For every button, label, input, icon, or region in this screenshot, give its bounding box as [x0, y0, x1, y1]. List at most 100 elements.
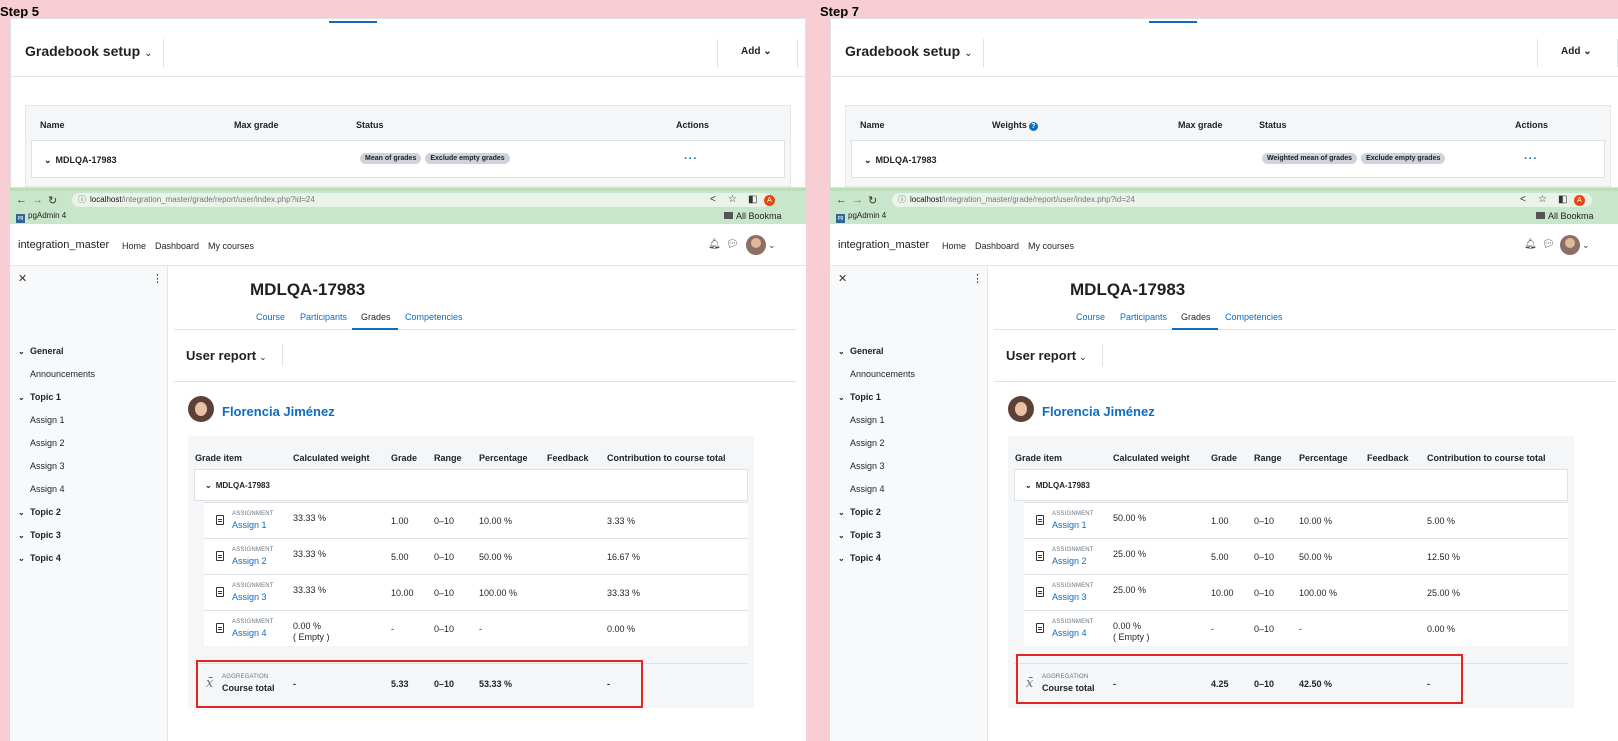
forward-icon[interactable]: → — [32, 194, 43, 206]
chevron-down-icon[interactable]: ⌄ — [1582, 240, 1590, 251]
report-selector[interactable]: User report ⌄ — [1006, 348, 1087, 363]
drawer-section[interactable]: ⌄ Topic 1 — [838, 392, 881, 402]
drawer-item[interactable]: Assign 4 — [30, 484, 65, 494]
percentage-value: - — [479, 624, 482, 634]
report-selector[interactable]: User report ⌄ — [186, 348, 267, 363]
info-icon[interactable]: ⓘ — [898, 194, 906, 205]
add-button[interactable]: Add ⌄ — [1561, 46, 1592, 57]
drawer-item[interactable]: Assign 4 — [850, 484, 885, 494]
nav-home[interactable]: Home — [122, 241, 146, 251]
reload-icon[interactable]: ↻ — [868, 194, 877, 207]
drawer-section[interactable]: ⌄ General — [838, 346, 884, 356]
share-icon[interactable]: < — [1520, 194, 1526, 205]
share-icon[interactable]: < — [710, 194, 716, 205]
category-row[interactable]: ⌄ MDLQA-17983 — [1014, 469, 1568, 501]
star-icon[interactable]: ☆ — [1538, 194, 1547, 205]
drawer-item[interactable]: Assign 2 — [30, 438, 65, 448]
drawer-section[interactable]: ⌄ Topic 3 — [18, 530, 61, 540]
all-bookmarks[interactable]: All Bookma — [724, 211, 782, 221]
messages-icon[interactable]: 💬︎ — [726, 239, 739, 250]
profile-avatar[interactable]: A — [764, 195, 775, 206]
site-name[interactable]: integration_master — [18, 239, 109, 251]
tab-course[interactable]: Course — [1076, 312, 1105, 322]
all-bookmarks[interactable]: All Bookma — [1536, 211, 1594, 221]
drawer-section[interactable]: ⌄ Topic 3 — [838, 530, 881, 540]
tab-participants[interactable]: Participants — [300, 312, 347, 322]
user-name-link[interactable]: Florencia Jiménez — [222, 404, 335, 419]
address-input[interactable]: ⓘ localhost/integration_master/grade/rep… — [72, 193, 772, 207]
tab-grades[interactable]: Grades — [1181, 312, 1211, 322]
profile-avatar[interactable]: A — [1574, 195, 1585, 206]
help-icon[interactable]: ? — [1028, 122, 1038, 131]
close-icon[interactable]: ✕ — [838, 272, 847, 285]
category-row[interactable]: ⌄ MDLQA-17983 — [194, 469, 748, 501]
grade-item-link[interactable]: Assign 3 — [1052, 592, 1087, 602]
drawer-item[interactable]: Assign 1 — [30, 415, 65, 425]
drawer-item[interactable]: Announcements — [30, 369, 95, 379]
category-toggle[interactable]: ⌄ MDLQA-17983 — [44, 155, 117, 166]
messages-icon[interactable]: 💬︎ — [1542, 239, 1555, 250]
back-icon[interactable]: ← — [836, 194, 847, 206]
sidepanel-icon[interactable]: ◧ — [748, 194, 757, 205]
notification-bell-icon[interactable]: 🔔︎ — [708, 239, 721, 250]
nav-home[interactable]: Home — [942, 241, 966, 251]
bookmark-pgadmin[interactable]: pg pgAdmin 4 — [836, 211, 886, 223]
drawer-item[interactable]: Announcements — [850, 369, 915, 379]
nav-my-courses[interactable]: My courses — [1028, 241, 1074, 251]
actions-menu-icon[interactable]: ··· — [1524, 153, 1538, 165]
drawer-item[interactable]: Assign 2 — [850, 438, 885, 448]
drawer-section[interactable]: ⌄ Topic 2 — [838, 507, 881, 517]
category-toggle[interactable]: ⌄ MDLQA-17983 — [205, 481, 270, 490]
contribution-value: 12.50 % — [1427, 552, 1461, 562]
user-avatar[interactable] — [746, 235, 766, 255]
category-toggle[interactable]: ⌄ MDLQA-17983 — [864, 155, 937, 166]
close-icon[interactable]: ✕ — [18, 272, 27, 285]
tab-competencies[interactable]: Competencies — [405, 312, 463, 322]
tab-participants[interactable]: Participants — [1120, 312, 1167, 322]
actions-menu-icon[interactable]: ··· — [684, 153, 698, 165]
drawer-item[interactable]: Assign 1 — [850, 415, 885, 425]
nav-dashboard[interactable]: Dashboard — [975, 241, 1019, 251]
url-bar: ← → ↻ ⓘ localhost/integration_master/gra… — [10, 191, 806, 209]
sidepanel-icon[interactable]: ◧ — [1558, 194, 1567, 205]
kebab-menu-icon[interactable]: ⋮ — [152, 272, 163, 285]
back-icon[interactable]: ← — [16, 194, 27, 206]
gradebook-title-dropdown[interactable]: Gradebook setup ⌄ — [25, 43, 153, 59]
address-input[interactable]: ⓘ localhost/integration_master/grade/rep… — [892, 193, 1592, 207]
star-icon[interactable]: ☆ — [728, 194, 737, 205]
tab-course[interactable]: Course — [256, 312, 285, 322]
weight-value: 50.00 % — [1113, 513, 1147, 523]
drawer-section[interactable]: ⌄ General — [18, 346, 64, 356]
grade-item-link[interactable]: Assign 2 — [232, 556, 267, 566]
nav-my-courses[interactable]: My courses — [208, 241, 254, 251]
site-name[interactable]: integration_master — [838, 239, 929, 251]
drawer-item[interactable]: Assign 3 — [850, 461, 885, 471]
chevron-down-icon[interactable]: ⌄ — [768, 240, 776, 251]
category-toggle[interactable]: ⌄ MDLQA-17983 — [1025, 481, 1090, 490]
grade-item-link[interactable]: Assign 4 — [1052, 628, 1087, 638]
gradebook-title-dropdown[interactable]: Gradebook setup ⌄ — [845, 43, 973, 59]
grade-item-link[interactable]: Assign 1 — [1052, 520, 1087, 530]
grade-item-link[interactable]: Assign 2 — [1052, 556, 1087, 566]
grade-item-link[interactable]: Assign 1 — [232, 520, 267, 530]
notification-bell-icon[interactable]: 🔔︎ — [1524, 239, 1537, 250]
grade-item-link[interactable]: Assign 4 — [232, 628, 267, 638]
drawer-item[interactable]: Assign 3 — [30, 461, 65, 471]
drawer-section[interactable]: ⌄ Topic 4 — [18, 553, 61, 563]
reload-icon[interactable]: ↻ — [48, 194, 57, 207]
divider — [1102, 344, 1103, 366]
nav-dashboard[interactable]: Dashboard — [155, 241, 199, 251]
user-avatar[interactable] — [1560, 235, 1580, 255]
add-button[interactable]: Add ⌄ — [741, 46, 772, 57]
grade-item-link[interactable]: Assign 3 — [232, 592, 267, 602]
tab-grades[interactable]: Grades — [361, 312, 391, 322]
user-name-link[interactable]: Florencia Jiménez — [1042, 404, 1155, 419]
drawer-section[interactable]: ⌄ Topic 4 — [838, 553, 881, 563]
bookmark-pgadmin[interactable]: pg pgAdmin 4 — [16, 211, 66, 223]
forward-icon[interactable]: → — [852, 194, 863, 206]
tab-competencies[interactable]: Competencies — [1225, 312, 1283, 322]
drawer-section[interactable]: ⌄ Topic 1 — [18, 392, 61, 402]
drawer-section[interactable]: ⌄ Topic 2 — [18, 507, 61, 517]
kebab-menu-icon[interactable]: ⋮ — [972, 272, 983, 285]
info-icon[interactable]: ⓘ — [78, 194, 86, 205]
